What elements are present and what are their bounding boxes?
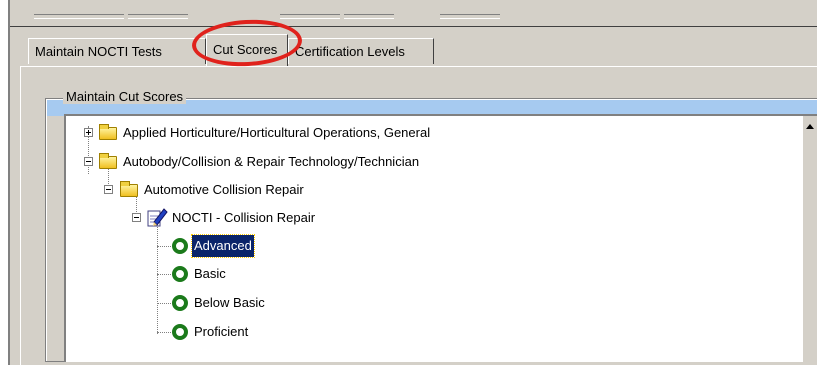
level-icon bbox=[172, 266, 188, 282]
tree-connector bbox=[157, 274, 171, 275]
tree-item-label: Basic bbox=[194, 266, 226, 281]
app-body: { "tabs": [ {"label": "Maintain NOCTI Te… bbox=[0, 0, 817, 367]
expand-icon[interactable] bbox=[84, 128, 93, 137]
collapse-icon[interactable] bbox=[132, 213, 141, 222]
level-icon bbox=[172, 295, 188, 311]
tree-connector bbox=[157, 303, 171, 304]
folder-icon bbox=[99, 153, 117, 169]
tree-connector bbox=[157, 218, 158, 334]
tab-label: Maintain NOCTI Tests bbox=[35, 44, 162, 59]
toolbar-separator bbox=[280, 14, 340, 19]
scroll-up-icon[interactable] bbox=[806, 124, 814, 129]
folder-icon bbox=[99, 124, 117, 140]
group-title: Maintain Cut Scores bbox=[63, 89, 187, 104]
vertical-scrollbar[interactable] bbox=[802, 116, 817, 362]
toolbar-separator bbox=[128, 14, 188, 19]
tree-item-label: Below Basic bbox=[194, 295, 265, 310]
tree-item-label: Proficient bbox=[194, 324, 249, 339]
folder-icon bbox=[120, 181, 138, 197]
tab-label: Certification Levels bbox=[295, 44, 405, 59]
divider bbox=[10, 26, 817, 27]
tab-certification-levels[interactable]: Certification Levels bbox=[288, 38, 434, 64]
test-document-icon bbox=[147, 208, 168, 227]
tree-item-label: Autobody/Collision & Repair Technology/T… bbox=[123, 154, 420, 169]
collapse-icon[interactable] bbox=[104, 185, 113, 194]
level-icon bbox=[172, 324, 188, 340]
title-area bbox=[10, 0, 817, 27]
level-icon bbox=[172, 238, 188, 254]
tree-item-label: Advanced bbox=[191, 234, 255, 258]
tab-maintain-nocti-tests[interactable]: Maintain NOCTI Tests bbox=[28, 38, 206, 64]
cut-scores-tree[interactable]: Applied Horticulture/Horticultural Opera… bbox=[64, 114, 817, 362]
tree-item-label: NOCTI - Collision Repair bbox=[172, 210, 316, 225]
tree-item-label: Applied Horticulture/Horticultural Opera… bbox=[123, 125, 431, 140]
toolbar-separator bbox=[34, 14, 124, 19]
toolbar-separator bbox=[344, 14, 394, 19]
toolbar-separator bbox=[440, 14, 500, 19]
tree-connector bbox=[157, 332, 171, 333]
tree-connector bbox=[157, 246, 171, 247]
tree-item-label: Automotive Collision Repair bbox=[144, 182, 304, 197]
collapse-icon[interactable] bbox=[84, 157, 93, 166]
